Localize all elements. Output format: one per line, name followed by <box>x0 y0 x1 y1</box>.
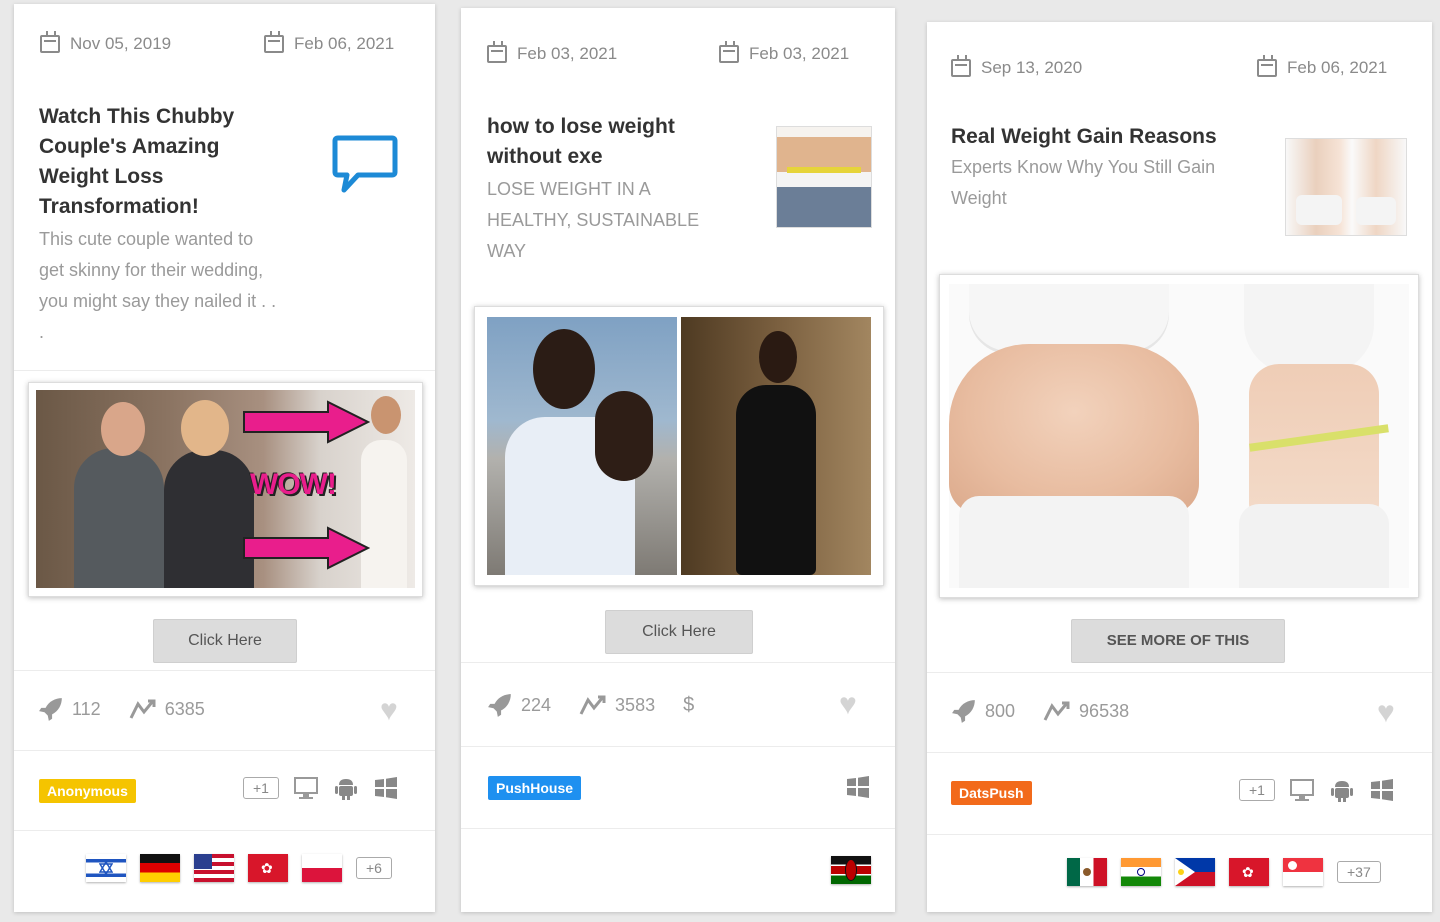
flag-mexico-icon <box>1067 858 1107 886</box>
ad-card-2[interactable]: Feb 03, 2021 Feb 03, 2021 how to lose we… <box>461 8 895 912</box>
desktop-icon <box>1289 779 1314 801</box>
see-more-button[interactable]: SEE MORE OF THIS <box>1071 619 1285 663</box>
end-date: Feb 06, 2021 <box>294 34 395 53</box>
ad-stats: 112 6385 <box>14 696 435 722</box>
impressions-count: 3583 <box>615 694 656 715</box>
flag-usa-icon <box>194 854 234 882</box>
impressions-count: 6385 <box>164 698 205 719</box>
devices-extra-badge[interactable]: +1 <box>1239 779 1275 801</box>
windows-icon <box>847 776 869 798</box>
start-date: Sep 13, 2020 <box>981 58 1083 77</box>
device-list <box>845 774 871 800</box>
calendar-icon <box>264 31 284 53</box>
flag-india-icon <box>1121 858 1161 886</box>
calendar-icon <box>1257 55 1277 77</box>
country-flags: ✿ +37 <box>1067 858 1381 886</box>
ad-description: Experts Know Why You Still Gain Weight <box>951 157 1216 208</box>
likes-count: 112 <box>72 698 101 719</box>
country-flags: ✿ +6 <box>86 854 392 882</box>
heart-icon[interactable]: ♥ <box>1377 698 1395 728</box>
chat-bubble-icon <box>332 134 398 196</box>
heart-icon[interactable]: ♥ <box>380 696 398 726</box>
ad-creative-image[interactable] <box>474 306 884 586</box>
network-badge: PushHouse <box>488 776 582 800</box>
countries-extra-badge[interactable]: +37 <box>1337 861 1381 883</box>
card-dates: Nov 05, 2019 Feb 06, 2021 <box>14 24 435 64</box>
ad-description: This cute couple wanted to get skinny fo… <box>39 229 277 342</box>
ad-stats: 800 96538 <box>927 698 1432 724</box>
likes-count: 224 <box>521 694 552 715</box>
network-badge: Anonymous <box>39 779 136 803</box>
end-date: Feb 03, 2021 <box>749 44 850 63</box>
end-date: Feb 06, 2021 <box>1287 58 1388 77</box>
ad-description: LOSE WEIGHT IN A HEALTHY, SUSTAINABLE WA… <box>487 179 700 261</box>
flag-israel-icon <box>86 854 126 882</box>
android-icon <box>1330 781 1353 802</box>
ad-thumbnail[interactable] <box>776 126 872 228</box>
flag-kenya-icon <box>831 856 871 884</box>
start-date: Feb 03, 2021 <box>517 44 618 63</box>
trend-icon <box>579 695 606 715</box>
impressions-count: 96538 <box>1079 700 1130 721</box>
flag-philippines-icon <box>1175 858 1215 886</box>
country-flags <box>831 856 871 884</box>
calendar-icon <box>719 41 739 63</box>
calendar-icon <box>40 31 60 53</box>
windows-icon <box>1370 779 1393 801</box>
ad-card-1[interactable]: Nov 05, 2019 Feb 06, 2021 Watch This Chu… <box>14 4 435 912</box>
ad-creative-image[interactable]: WOW! <box>28 382 423 597</box>
ad-creative-image[interactable] <box>939 274 1419 598</box>
click-here-button[interactable]: Click Here <box>605 610 753 654</box>
heart-icon[interactable]: ♥ <box>839 690 857 720</box>
device-list: +1 <box>243 775 399 801</box>
ad-card-3[interactable]: Sep 13, 2020 Feb 06, 2021 Real Weight Ga… <box>927 22 1432 912</box>
flag-poland-icon <box>302 854 342 882</box>
likes-count: 800 <box>985 700 1016 721</box>
ad-title: Real Weight Gain Reasons <box>951 125 1217 148</box>
arrow-icon <box>243 400 370 444</box>
rocket-icon <box>39 698 62 721</box>
device-list: +1 <box>1239 777 1395 803</box>
calendar-icon <box>951 55 971 77</box>
click-here-button[interactable]: Click Here <box>153 619 297 663</box>
android-icon <box>334 779 357 800</box>
rocket-icon <box>952 700 975 723</box>
ad-title: Watch This Chubby Couple's Amazing Weigh… <box>39 105 235 218</box>
rocket-icon <box>488 694 511 717</box>
flag-singapore-icon <box>1283 858 1323 886</box>
start-date: Nov 05, 2019 <box>70 34 172 53</box>
card-dates: Feb 03, 2021 Feb 03, 2021 <box>461 34 895 74</box>
trend-icon <box>1043 701 1070 721</box>
flag-germany-icon <box>140 854 180 882</box>
trend-icon <box>129 699 156 719</box>
calendar-icon <box>487 41 507 63</box>
ad-thumbnail[interactable] <box>1285 138 1407 236</box>
windows-icon <box>374 777 397 799</box>
image-caption: WOW! <box>250 468 337 501</box>
flag-hong-kong-icon: ✿ <box>1229 858 1269 886</box>
flag-hong-kong-icon: ✿ <box>248 854 288 882</box>
arrow-icon <box>243 526 370 570</box>
currency-icon: $ <box>683 693 695 716</box>
ad-stats: 224 3583 $ <box>461 692 895 718</box>
desktop-icon <box>293 777 318 799</box>
ad-title: how to lose weight without exe <box>487 115 675 168</box>
countries-extra-badge[interactable]: +6 <box>356 857 392 879</box>
devices-extra-badge[interactable]: +1 <box>243 777 279 799</box>
network-badge: DatsPush <box>951 781 1032 805</box>
card-dates: Sep 13, 2020 Feb 06, 2021 <box>927 48 1432 88</box>
